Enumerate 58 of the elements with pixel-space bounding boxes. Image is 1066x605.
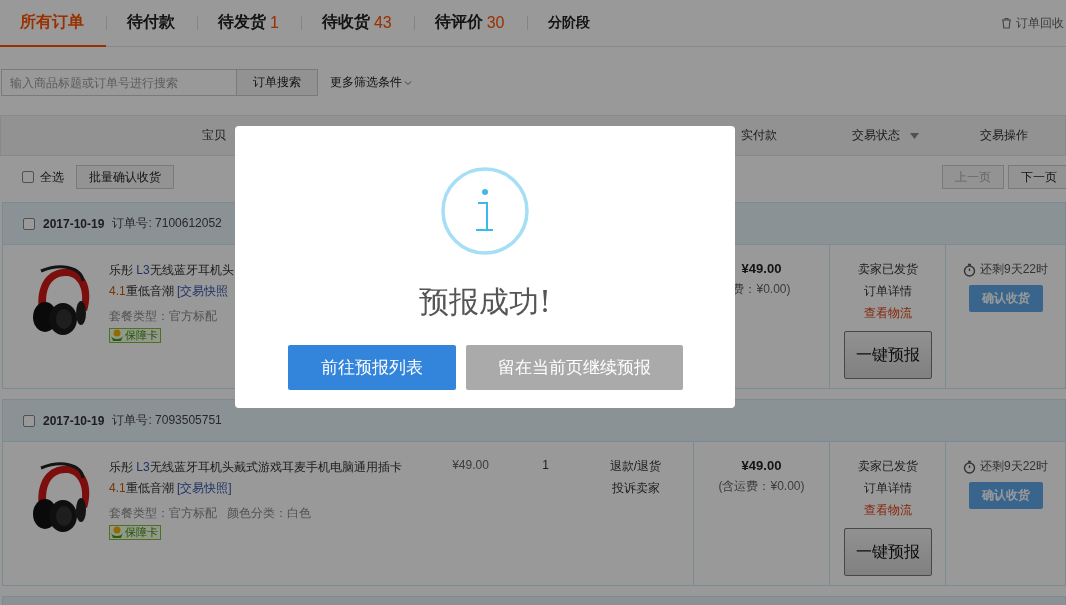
- guarantee-badge: 保障卡: [109, 328, 161, 343]
- unit-price: ¥49.00: [452, 458, 489, 472]
- order-tab[interactable]: 待付款: [107, 0, 197, 47]
- column-header: 实付款: [741, 127, 777, 144]
- snapshot-link[interactable]: [交易快照]: [177, 481, 232, 495]
- dialog-title: 预报成功!: [418, 283, 552, 321]
- product-title: 乐彤 L3无线蓝牙耳机头戴式游戏耳麦手机电脑通用插卡: [109, 459, 402, 476]
- column-header: 交易操作: [980, 127, 1028, 144]
- report-button[interactable]: 一键预报: [843, 528, 932, 576]
- order-tab[interactable]: 待评价 30: [414, 0, 527, 47]
- trash-icon: [1001, 17, 1012, 29]
- recycle-bin-link[interactable]: 订单回收: [1016, 14, 1064, 32]
- shipping-fee: (含运费：¥0.00): [718, 478, 805, 495]
- countdown-text: 还剩9天22时: [980, 261, 1048, 278]
- product-title: 4.1重低音潮 [交易快照: [109, 283, 230, 300]
- order-checkbox[interactable]: [23, 414, 35, 427]
- snapshot-link[interactable]: [交易快照: [177, 284, 229, 298]
- search-button[interactable]: 订单搜索: [237, 69, 318, 96]
- report-button[interactable]: 一键预报: [843, 331, 932, 379]
- order-checkbox[interactable]: [23, 217, 35, 230]
- next-page-button[interactable]: 下一页: [1008, 165, 1066, 189]
- after-sale-link[interactable]: 退款/退货: [609, 458, 662, 475]
- countdown-text: 还剩9天22时: [980, 458, 1048, 475]
- order-tab[interactable]: 分阶段: [527, 0, 612, 47]
- batch-confirm-button[interactable]: 批量确认收货: [76, 165, 174, 189]
- product-title: 乐彤 L3无线蓝牙耳机头: [109, 262, 234, 279]
- search-field[interactable]: 输入商品标题或订单号进行搜索: [1, 69, 237, 96]
- product-specs: 套餐类型：官方标配 颜色分类：白色: [109, 505, 312, 522]
- product-title: 4.1重低音潮 [交易快照]: [109, 480, 233, 497]
- stopwatch-icon: [963, 459, 976, 474]
- order-status-text[interactable]: 订单详情: [863, 480, 912, 497]
- order-status-text: 卖家已发货: [857, 261, 918, 278]
- after-sale-link[interactable]: 投诉卖家: [611, 480, 660, 497]
- logistics-link[interactable]: 查看物流: [863, 502, 912, 519]
- column-header: 交易状态: [851, 127, 900, 144]
- order-number: 订单号: 7093505751: [112, 412, 222, 429]
- stopwatch-icon: [963, 262, 976, 277]
- guarantee-badge: 保障卡: [109, 525, 161, 540]
- order-tab[interactable]: 待发货 1: [198, 0, 301, 47]
- more-filters-link[interactable]: 更多筛选条件: [330, 74, 402, 91]
- order-total: ¥49.00: [741, 261, 782, 276]
- order-tab[interactable]: 待收货 43: [301, 0, 414, 47]
- product-specs: 套餐类型：官方标配: [109, 308, 218, 325]
- order-date: 2017-10-19: [43, 413, 105, 428]
- info-icon: [440, 166, 530, 256]
- select-all-checkbox[interactable]: [22, 171, 34, 183]
- chevron-down-icon: [404, 79, 412, 86]
- order-status-text[interactable]: 订单详情: [863, 283, 912, 300]
- dialog-button[interactable]: 前往预报列表: [287, 345, 456, 390]
- order-date: 2017-10-19: [43, 216, 105, 231]
- logistics-link[interactable]: 查看物流: [863, 305, 912, 322]
- order-total: ¥49.00: [741, 458, 782, 473]
- dropdown-triangle-icon[interactable]: [909, 132, 919, 139]
- quantity: 1: [542, 458, 549, 472]
- order-status-text: 卖家已发货: [857, 458, 918, 475]
- select-all-label: 全选: [40, 168, 64, 186]
- column-header: 宝贝: [201, 127, 226, 144]
- order-number: 订单号: 7100612052: [112, 215, 222, 232]
